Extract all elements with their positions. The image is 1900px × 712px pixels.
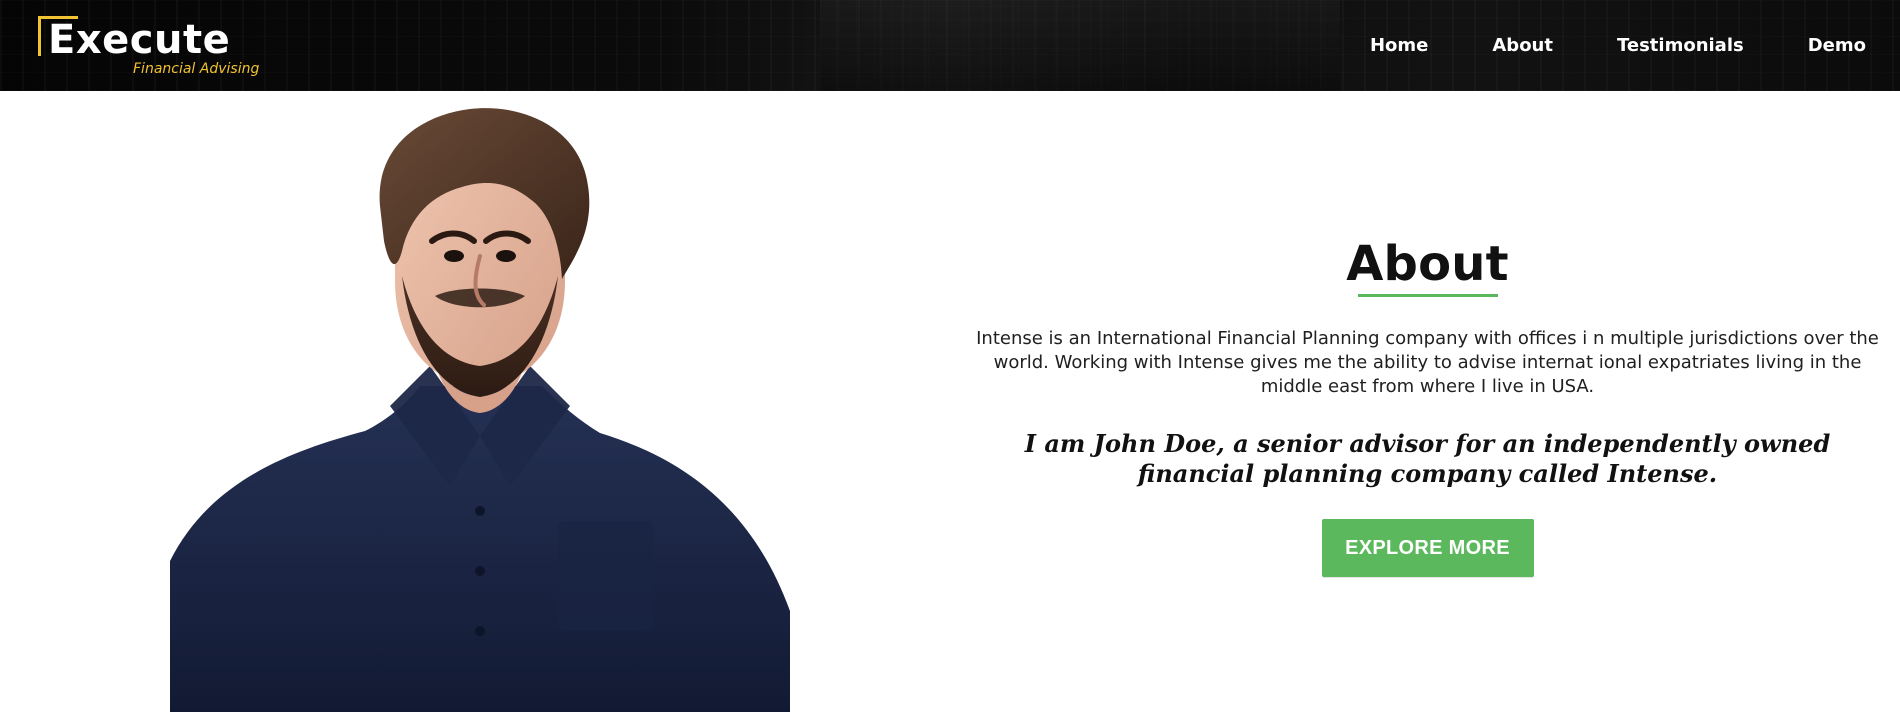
about-title: About — [1346, 236, 1509, 292]
advisor-portrait-image — [170, 108, 790, 712]
nav-home[interactable]: Home — [1370, 0, 1460, 91]
about-section: About Intense is an International Financ… — [970, 236, 1885, 656]
top-nav: Home About Testimonials Demo — [1370, 0, 1900, 91]
nav-demo[interactable]: Demo — [1776, 0, 1866, 91]
nav-about[interactable]: About — [1460, 0, 1585, 91]
nav-testimonials[interactable]: Testimonials — [1585, 0, 1776, 91]
about-quote: I am John Doe, a senior advisor for an i… — [1024, 429, 1831, 488]
top-header: Execute Financial Advising Home About Te… — [0, 0, 1900, 91]
explore-more-button[interactable]: EXPLORE MORE — [1321, 519, 1534, 577]
brand-title: Execute — [48, 17, 231, 63]
brand-logo[interactable]: Execute Financial Advising — [38, 16, 268, 80]
main-content: About Intense is an International Financ… — [0, 91, 1900, 712]
about-title-underline — [1357, 294, 1498, 297]
page: Execute Financial Advising Home About Te… — [0, 0, 1900, 712]
header-building-background — [820, 0, 1340, 91]
brand-subtitle: Financial Advising — [133, 61, 260, 77]
about-paragraph: Intense is an International Financial Pl… — [976, 328, 1879, 397]
advisor-photo — [170, 91, 790, 712]
